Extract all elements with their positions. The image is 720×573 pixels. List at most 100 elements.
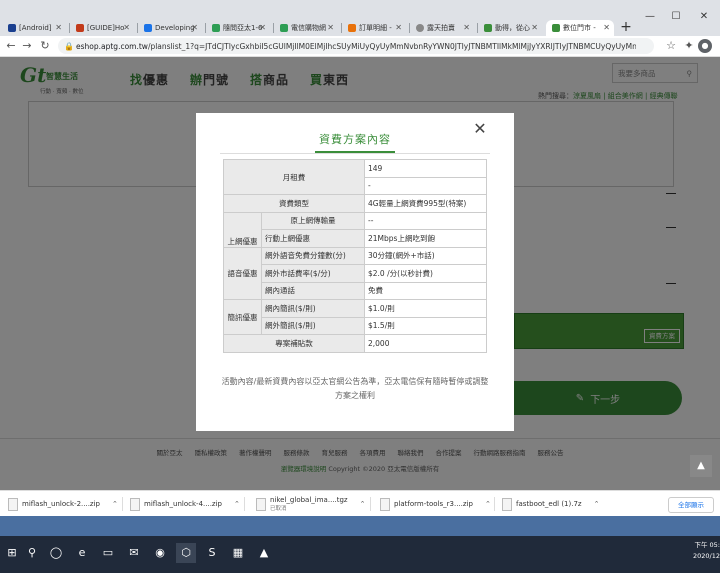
back-icon[interactable]: ← xyxy=(4,39,18,53)
download-item[interactable]: nikel_global_ima....tgz 已取消 ⌃ xyxy=(256,495,365,513)
reload-icon[interactable]: ↻ xyxy=(38,39,52,53)
forward-icon[interactable]: → xyxy=(20,39,34,53)
file-icon xyxy=(256,497,266,511)
download-item[interactable]: miflash_unlock-4....zip ⌃ xyxy=(130,495,240,513)
chevron-up-icon[interactable]: ⌃ xyxy=(485,500,491,508)
row-label: 網外語音免費分鐘數(分) xyxy=(261,246,365,265)
skype-icon[interactable]: ▦ xyxy=(228,543,248,563)
table-row: 簡訊優惠 網內簡訊($/則) $1.0/則 xyxy=(223,299,487,335)
file-explorer-icon[interactable]: ✉ xyxy=(124,543,144,563)
browser-tab[interactable]: 電信購物網 ✕ xyxy=(274,20,338,36)
table-row: 網內通話 免費 xyxy=(224,281,487,300)
close-window-button[interactable]: ✕ xyxy=(690,10,718,24)
row-label: 網外簡訊($/則) xyxy=(261,316,365,335)
close-icon[interactable]: ✕ xyxy=(472,121,488,137)
plan-details-modal: 資費方案內容 ✕ 月租費 149 - 資費類型 4G輕量上網資費995型(特案)… xyxy=(196,113,514,431)
scroll-to-top-button[interactable]: ▲ xyxy=(690,455,712,477)
row-value: 免費 xyxy=(364,281,487,300)
file-icon xyxy=(380,497,390,511)
download-item[interactable]: fastboot_edl (1).7z ⌃ xyxy=(502,495,599,513)
chevron-up-icon[interactable]: ⌃ xyxy=(112,500,118,508)
browser-tab[interactable]: [GUIDE]Ho ✕ xyxy=(70,20,134,36)
task-view-icon[interactable]: ◯ xyxy=(46,543,66,563)
extensions-icon[interactable]: ✦ xyxy=(682,39,696,53)
tab-close-icon[interactable]: ✕ xyxy=(395,23,402,32)
mail-icon[interactable]: ◉ xyxy=(150,543,170,563)
tab-close-icon[interactable]: ✕ xyxy=(327,23,334,32)
plan-details-table: 月租費 149 - 資費類型 4G輕量上網資費995型(特案) 上網優惠 原上網… xyxy=(223,159,487,353)
maximize-button[interactable]: ☐ xyxy=(662,10,690,24)
row-value: $2.0 /分(以秒計費) xyxy=(364,264,487,283)
chrome-icon[interactable]: ⬡ xyxy=(176,543,196,563)
browser-tab[interactable]: 露天拍賣 ✕ xyxy=(410,20,474,36)
tab-close-icon[interactable]: ✕ xyxy=(123,23,130,32)
edge-icon[interactable]: e xyxy=(72,543,92,563)
tab-favicon-icon xyxy=(416,24,424,32)
chevron-up-icon[interactable]: ⌃ xyxy=(234,500,240,508)
modal-title-underline xyxy=(315,151,395,153)
group-label: 上網優惠 xyxy=(223,211,262,248)
table-row: 語音優惠 網外語音免費分鐘數(分) 30分鐘(網外+市話) xyxy=(223,246,487,300)
row-value: 30分鐘(網外+市話) xyxy=(364,246,487,265)
table-row: 網外市話費率($/分) $2.0 /分(以秒計費) xyxy=(224,264,487,283)
browser-tab-active[interactable]: 數位門市 - ✕ xyxy=(546,20,614,36)
new-tab-button[interactable]: + xyxy=(618,19,634,35)
row-label: 行動上網優惠 xyxy=(261,229,365,248)
address-bar[interactable]: 🔒 eshop.aptg.com.tw/planslist_1?q=JTdCJT… xyxy=(58,38,654,54)
table-row: 上網優惠 原上網傳輸量 -- xyxy=(223,211,487,248)
url-text[interactable]: eshop.aptg.com.tw/planslist_1?q=JTdCJTIy… xyxy=(76,42,636,51)
download-item[interactable]: miflash_unlock-2....zip ⌃ xyxy=(8,495,118,513)
tab-close-icon[interactable]: ✕ xyxy=(191,23,198,32)
row-label: 專案補貼款 xyxy=(223,334,365,353)
tab-favicon-icon xyxy=(76,24,84,32)
modal-title: 資費方案內容 xyxy=(319,133,391,146)
tab-close-icon[interactable]: ✕ xyxy=(531,23,538,32)
web-page: Gt 智慧生活 行動 · 寬頻 · 數位 找優惠 辦門號 搭商品 買東西 我要多… xyxy=(0,57,720,490)
store-icon[interactable]: ▭ xyxy=(98,543,118,563)
browser-tab-strip: [Android] ✕ [GUIDE]Ho ✕ Developing ✕ 隨問亞太1… xyxy=(0,0,720,36)
row-label: 網內簡訊($/則) xyxy=(261,299,365,318)
row-value: $1.0/則 xyxy=(364,299,487,318)
table-row: 月租費 149 xyxy=(223,159,487,195)
browser-toolbar: ← → ↻ 🔒 eshop.aptg.com.tw/planslist_1?q=… xyxy=(0,36,720,57)
minimize-button[interactable]: — xyxy=(636,10,664,24)
row-value: -- xyxy=(364,211,487,230)
lock-icon: 🔒 xyxy=(64,41,74,51)
row-label: 原上網傳輸量 xyxy=(261,211,365,230)
browser-tab[interactable]: 隨問亞太1-6 ✕ xyxy=(206,20,270,36)
start-icon[interactable]: ⊞ xyxy=(2,543,22,563)
tab-favicon-icon xyxy=(348,24,356,32)
row-value: - xyxy=(364,176,487,195)
tab-favicon-icon xyxy=(484,24,492,32)
search-icon[interactable]: ⚲ xyxy=(22,543,42,563)
tab-close-icon[interactable]: ✕ xyxy=(55,23,62,32)
table-row: 專案補貼款 2,000 xyxy=(223,334,487,353)
chevron-up-icon[interactable]: ⌃ xyxy=(594,500,600,508)
chevron-up-icon[interactable]: ⌃ xyxy=(360,500,366,508)
browser-tab[interactable]: Developing ✕ xyxy=(138,20,202,36)
show-all-downloads-button[interactable]: 全部顯示 xyxy=(668,497,714,513)
table-row: 資費類型 4G輕量上網資費995型(特案) xyxy=(223,194,487,213)
table-row: 行動上網優惠 21Mbps上網吃到飽 xyxy=(224,229,487,248)
tab-favicon-icon xyxy=(280,24,288,32)
browser-tab[interactable]: 動得，從心 ✕ xyxy=(478,20,542,36)
virtualbox-icon[interactable]: S xyxy=(202,543,222,563)
download-item[interactable]: platform-tools_r3....zip ⌃ xyxy=(380,495,491,513)
tab-favicon-icon xyxy=(552,24,560,32)
system-clock[interactable]: 下午 05: 2020/12 xyxy=(682,540,720,562)
tab-favicon-icon xyxy=(212,24,220,32)
app-icon[interactable]: ▲ xyxy=(254,543,274,563)
tab-close-icon[interactable]: ✕ xyxy=(259,23,266,32)
browser-tab[interactable]: 訂單明細 - ✕ xyxy=(342,20,406,36)
group-label: 簡訊優惠 xyxy=(223,299,262,335)
browser-tab[interactable]: [Android] ✕ xyxy=(2,20,66,36)
tab-close-icon[interactable]: ✕ xyxy=(603,23,610,32)
windows-taskbar: ⊞ ⚲ ◯ e ▭ ✉ ◉ ⬡ S ▦ ▲ 下午 05: 2020/12 xyxy=(0,536,720,573)
row-value: 149 xyxy=(364,159,487,178)
file-icon xyxy=(8,497,18,511)
star-icon[interactable]: ☆ xyxy=(664,39,678,53)
tab-close-icon[interactable]: ✕ xyxy=(463,23,470,32)
downloads-bar: miflash_unlock-2....zip ⌃ miflash_unlock-… xyxy=(0,490,720,517)
row-label: 網內通話 xyxy=(261,281,365,300)
profile-avatar-icon[interactable]: ● xyxy=(698,39,712,53)
